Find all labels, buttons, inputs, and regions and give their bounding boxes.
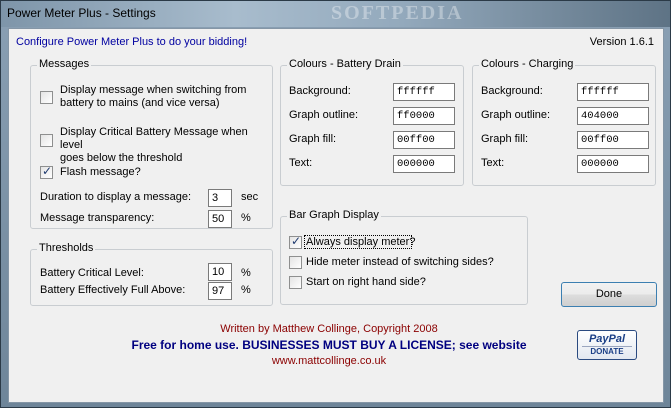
credits-block: Written by Matthew Collinge, Copyright 2… [9, 323, 649, 367]
charging-fill-input[interactable]: 00ff00 [577, 131, 649, 149]
messages-group: Messages Display message when switching … [30, 58, 273, 229]
critical-message-checkbox[interactable] [40, 134, 53, 147]
start-right-checkbox[interactable] [289, 276, 302, 289]
switch-message-checkbox[interactable] [40, 91, 53, 104]
flash-message-checkbox[interactable]: ✓ [40, 164, 53, 179]
transparency-label: Message transparency: [40, 212, 155, 224]
duration-label: Duration to display a message: [40, 191, 192, 203]
watermark-logo: SOFTPEDIA [331, 2, 464, 24]
colours-drain-title: Colours - Battery Drain [287, 58, 403, 70]
critical-message-label: Display Critical Battery Message when le… [60, 126, 248, 164]
critical-level-input[interactable]: 10 [208, 263, 232, 281]
drain-text-label: Text: [289, 157, 313, 169]
headline-text: Configure Power Meter Plus to do your bi… [16, 36, 248, 48]
switch-message-label: Display message when switching from batt… [60, 84, 247, 109]
charging-outline-label: Graph outline: [481, 109, 551, 121]
colours-charging-group: Colours - Charging Background: ffffff Gr… [472, 58, 656, 186]
charging-background-input[interactable]: ffffff [577, 83, 649, 101]
drain-outline-input[interactable]: ff0000 [393, 107, 455, 125]
flash-message-label: Flash message? [60, 166, 141, 178]
transparency-unit: % [241, 212, 251, 224]
charging-text-label: Text: [481, 157, 505, 169]
title-bar[interactable]: Power Meter Plus - Settings SOFTPEDIA [1, 1, 670, 27]
charging-fill-label: Graph fill: [481, 133, 529, 145]
drain-fill-label: Graph fill: [289, 133, 337, 145]
charging-text-input[interactable]: 000000 [577, 155, 649, 173]
critical-level-label: Battery Critical Level: [40, 267, 144, 279]
paypal-donate-button[interactable]: PayPal DONATE [577, 330, 637, 360]
start-right-label: Start on right hand side? [306, 276, 426, 288]
transparency-input[interactable]: 50 [208, 210, 232, 228]
thresholds-group: Thresholds Battery Critical Level: 10 % … [30, 242, 273, 306]
focus-ring [304, 235, 412, 249]
website-link[interactable]: www.mattcollinge.co.uk [9, 355, 649, 367]
always-display-checkbox[interactable]: ✓ [289, 234, 302, 249]
window-title: Power Meter Plus - Settings [7, 6, 156, 20]
drain-background-label: Background: [289, 85, 351, 97]
bar-graph-title: Bar Graph Display [287, 209, 381, 221]
drain-text-input[interactable]: 000000 [393, 155, 455, 173]
duration-input[interactable]: 3 [208, 189, 232, 207]
drain-fill-input[interactable]: 00ff00 [393, 131, 455, 149]
version-label: Version 1.6.1 [589, 36, 654, 48]
donate-label: DONATE [582, 346, 632, 356]
full-level-label: Battery Effectively Full Above: [40, 284, 186, 296]
hide-meter-checkbox[interactable] [289, 256, 302, 269]
charging-outline-input[interactable]: 404000 [577, 107, 649, 125]
duration-unit: sec [241, 191, 259, 203]
done-button[interactable]: Done [561, 282, 657, 307]
settings-window: Power Meter Plus - Settings SOFTPEDIA Co… [0, 0, 671, 408]
client-area: Configure Power Meter Plus to do your bi… [8, 28, 664, 403]
checkmark-icon: ✓ [291, 234, 302, 248]
full-level-input[interactable]: 97 [208, 282, 232, 300]
hide-meter-label: Hide meter instead of switching sides? [306, 256, 494, 268]
colours-drain-group: Colours - Battery Drain Background: ffff… [280, 58, 464, 186]
bar-graph-group: Bar Graph Display ✓ Always display meter… [280, 209, 528, 305]
full-level-unit: % [241, 284, 251, 296]
thresholds-group-title: Thresholds [37, 242, 96, 254]
messages-group-title: Messages [37, 58, 92, 70]
colours-charging-title: Colours - Charging [479, 58, 576, 70]
drain-outline-label: Graph outline: [289, 109, 359, 121]
drain-background-input[interactable]: ffffff [393, 83, 455, 101]
credits-license: Free for home use. BUSINESSES MUST BUY A… [131, 338, 527, 352]
charging-background-label: Background: [481, 85, 543, 97]
credits-author: Written by Matthew Collinge, Copyright 2… [220, 323, 438, 335]
critical-level-unit: % [241, 267, 251, 279]
checkmark-icon: ✓ [42, 164, 53, 178]
paypal-logo: PayPal [588, 333, 626, 345]
